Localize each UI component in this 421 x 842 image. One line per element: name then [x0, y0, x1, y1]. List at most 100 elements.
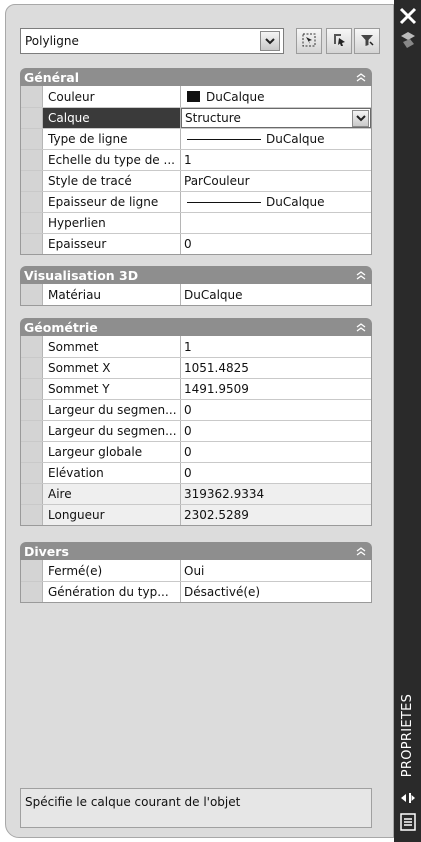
- section-title: Divers: [24, 543, 69, 559]
- property-row-elevation[interactable]: Elévation 0: [21, 462, 371, 483]
- quick-select-button[interactable]: [326, 28, 352, 54]
- section-header-geometrie[interactable]: Géométrie: [20, 318, 372, 336]
- property-name: Style de tracé: [43, 171, 181, 191]
- row-gutter: [21, 234, 43, 254]
- collapse-chevron-icon[interactable]: [356, 546, 366, 556]
- row-gutter: [21, 379, 43, 399]
- section-title: Général: [24, 69, 79, 85]
- property-value[interactable]: DuCalque: [181, 192, 371, 212]
- section-header-divers[interactable]: Divers: [20, 542, 372, 560]
- property-row-generation-type-ligne[interactable]: Génération du typ... Désactivé(e): [21, 581, 371, 602]
- row-gutter: [21, 284, 43, 305]
- property-value[interactable]: 0: [181, 234, 371, 254]
- properties-menu-icon[interactable]: [400, 813, 416, 831]
- property-row-echelle[interactable]: Echelle du type de ... 1: [21, 149, 371, 170]
- property-row-aire: Aire 319362.9334: [21, 483, 371, 504]
- property-value[interactable]: 1051.4825: [181, 358, 371, 378]
- collapse-chevron-icon[interactable]: [356, 322, 366, 332]
- property-row-longueur: Longueur 2302.5289: [21, 504, 371, 525]
- property-value-text: Structure: [185, 111, 241, 125]
- property-value[interactable]: [181, 213, 371, 233]
- property-value[interactable]: DuCalque: [181, 129, 371, 149]
- row-gutter: [21, 484, 43, 504]
- row-gutter: [21, 336, 43, 357]
- property-value[interactable]: DuCalque: [181, 284, 371, 305]
- property-row-hyperlien[interactable]: Hyperlien: [21, 212, 371, 233]
- property-value[interactable]: ParCouleur: [181, 171, 371, 191]
- property-name: Largeur du segmen...: [43, 421, 181, 441]
- description-panel: Spécifie le calque courant de l'objet: [20, 788, 372, 828]
- property-row-sommet-x[interactable]: Sommet X 1051.4825: [21, 357, 371, 378]
- object-type-value: Polyligne: [25, 34, 79, 48]
- property-value[interactable]: 0: [181, 400, 371, 420]
- property-value[interactable]: 1: [181, 336, 371, 357]
- section-header-visualisation-3d[interactable]: Visualisation 3D: [20, 266, 372, 284]
- property-row-sommet-y[interactable]: Sommet Y 1491.9509: [21, 378, 371, 399]
- property-value[interactable]: 0: [181, 463, 371, 483]
- property-value: 2302.5289: [181, 505, 371, 525]
- property-row-style-de-trace[interactable]: Style de tracé ParCouleur: [21, 170, 371, 191]
- chevron-down-icon[interactable]: [352, 109, 369, 127]
- property-value[interactable]: 1: [181, 150, 371, 170]
- property-row-type-de-ligne[interactable]: Type de ligne DuCalque: [21, 128, 371, 149]
- property-row-largeur-globale[interactable]: Largeur globale 0: [21, 441, 371, 462]
- pickadd-toggle-button[interactable]: [354, 28, 380, 54]
- property-name: Epaisseur de ligne: [43, 192, 181, 212]
- property-row-largeur-segment-debut[interactable]: Largeur du segmen... 0: [21, 399, 371, 420]
- row-gutter: [21, 86, 43, 107]
- property-name: Matériau: [43, 284, 181, 305]
- property-name: Type de ligne: [43, 129, 181, 149]
- property-name: Calque: [43, 108, 181, 128]
- properties-settings-icon[interactable]: [398, 30, 418, 50]
- palette-title-text: PROPRIETES: [400, 693, 415, 777]
- property-value[interactable]: 1491.9509: [181, 379, 371, 399]
- row-gutter: [21, 560, 43, 581]
- property-row-epaisseur-de-ligne[interactable]: Epaisseur de ligne DuCalque: [21, 191, 371, 212]
- linetype-sample: [187, 138, 261, 140]
- layer-dropdown[interactable]: Structure: [181, 108, 371, 128]
- property-value[interactable]: Oui: [181, 560, 371, 581]
- row-gutter: [21, 421, 43, 441]
- property-row-largeur-segment-fin[interactable]: Largeur du segmen... 0: [21, 420, 371, 441]
- property-name: Largeur du segmen...: [43, 400, 181, 420]
- property-value[interactable]: Désactivé(e): [181, 582, 371, 602]
- property-value-text: DuCalque: [206, 89, 265, 104]
- row-gutter: [21, 463, 43, 483]
- property-value: 319362.9334: [181, 484, 371, 504]
- section-general: Général Couleur DuCalque Calque Structur…: [20, 68, 372, 255]
- row-gutter: [21, 505, 43, 525]
- row-gutter: [21, 129, 43, 149]
- section-title: Visualisation 3D: [24, 267, 139, 283]
- property-name: Fermé(e): [43, 560, 181, 581]
- property-name: Sommet: [43, 336, 181, 357]
- property-row-materiau[interactable]: Matériau DuCalque: [21, 284, 371, 305]
- property-value[interactable]: 0: [181, 421, 371, 441]
- close-icon[interactable]: [399, 7, 417, 25]
- select-objects-button[interactable]: [296, 28, 322, 54]
- property-value[interactable]: DuCalque: [181, 86, 371, 107]
- color-swatch: [187, 91, 200, 102]
- collapse-chevron-icon[interactable]: [356, 72, 366, 82]
- chevron-down-icon[interactable]: [260, 31, 280, 51]
- property-name: Elévation: [43, 463, 181, 483]
- property-row-ferme[interactable]: Fermé(e) Oui: [21, 560, 371, 581]
- property-row-epaisseur[interactable]: Epaisseur 0: [21, 233, 371, 254]
- property-row-couleur[interactable]: Couleur DuCalque: [21, 86, 371, 107]
- property-row-sommet[interactable]: Sommet 1: [21, 336, 371, 357]
- property-value[interactable]: 0: [181, 442, 371, 462]
- property-name: Aire: [43, 484, 181, 504]
- collapse-chevron-icon[interactable]: [356, 270, 366, 280]
- object-type-select[interactable]: Polyligne: [20, 28, 284, 54]
- property-row-calque[interactable]: Calque Structure: [21, 107, 371, 128]
- property-value-text: DuCalque: [266, 195, 325, 209]
- row-gutter: [21, 358, 43, 378]
- section-title: Géométrie: [24, 319, 98, 335]
- property-name: Longueur: [43, 505, 181, 525]
- property-name: Sommet Y: [43, 379, 181, 399]
- property-name: Hyperlien: [43, 213, 181, 233]
- property-name: Echelle du type de ...: [43, 150, 181, 170]
- section-divers: Divers Fermé(e) Oui Génération du typ...…: [20, 542, 372, 603]
- section-header-general[interactable]: Général: [20, 68, 372, 86]
- auto-hide-icon[interactable]: [400, 790, 416, 806]
- property-name: Epaisseur: [43, 234, 181, 254]
